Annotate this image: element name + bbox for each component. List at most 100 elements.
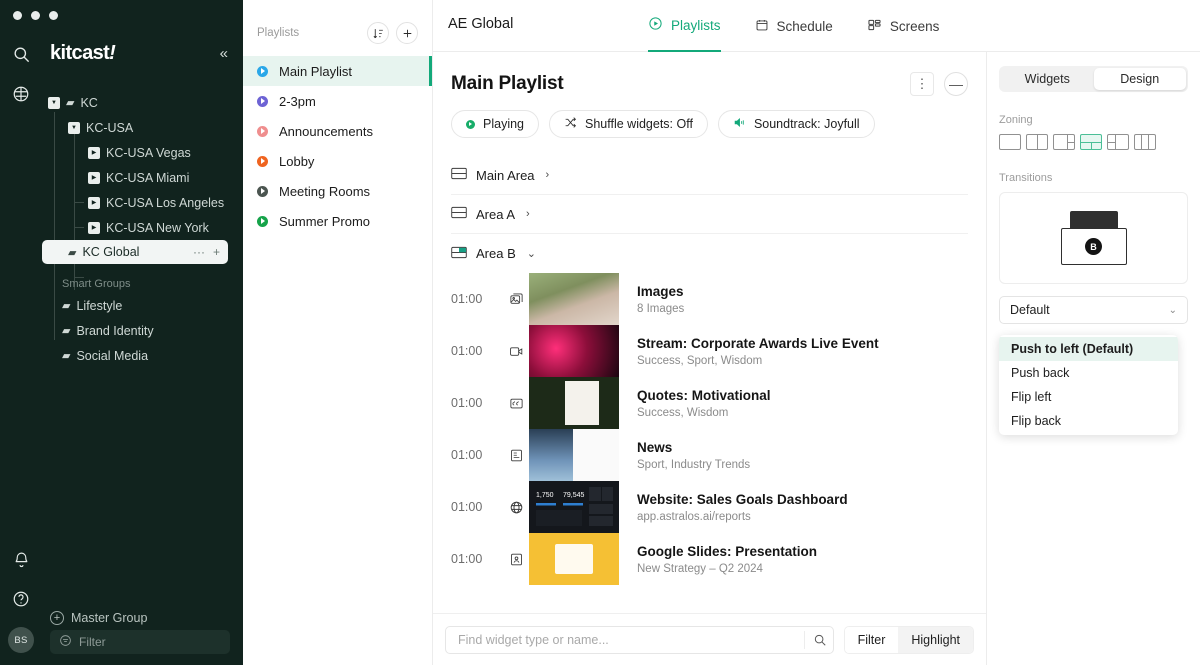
add-playlist-button[interactable]: [396, 22, 418, 44]
search-input[interactable]: Find widget type or name...: [445, 626, 834, 654]
playlist-item-summer-promo[interactable]: Summer Promo: [243, 206, 432, 236]
chip-label: Soundtrack: Joyfull: [754, 117, 860, 131]
master-group-label: Master Group: [71, 611, 147, 625]
chevron-right-icon[interactable]: ▶: [88, 172, 100, 184]
chevron-down-icon[interactable]: ▼: [48, 97, 60, 109]
svg-text:1,750: 1,750: [536, 492, 554, 499]
window-maximize-dot[interactable]: [49, 11, 58, 20]
smart-group-social-media[interactable]: ▰ Social Media: [62, 343, 242, 368]
area-label: Main Area: [476, 168, 535, 183]
dropdown-option-flip-left[interactable]: Flip left: [999, 385, 1178, 409]
chevron-right-icon[interactable]: ▶: [88, 197, 100, 209]
zoning-option-left-split-right-large[interactable]: [1107, 134, 1129, 150]
tree-item-kc-usa-new-york[interactable]: ▶ KC-USA New York: [48, 215, 243, 240]
tree-item-kc[interactable]: ▼ ▰ KC: [48, 90, 243, 115]
window-minimize-dot[interactable]: [31, 11, 40, 20]
zoning-option-single[interactable]: [999, 134, 1021, 150]
playlist-item-announcements[interactable]: Announcements: [243, 116, 432, 146]
plus-circle-icon: +: [50, 611, 64, 625]
widget-row-google-slides[interactable]: 01:00 Google Slides: Presentation New St…: [451, 533, 968, 585]
widget-title: Stream: Corporate Awards Live Event: [637, 336, 879, 351]
tree-item-kc-global[interactable]: ▰ KC Global ··· +: [42, 240, 228, 264]
chevron-down-icon[interactable]: ⌄: [1169, 305, 1177, 316]
area-row-area-b[interactable]: Area B ⌄: [451, 234, 968, 273]
playlist-status-icon: [257, 186, 268, 197]
shuffle-widgets-button[interactable]: Shuffle widgets: Off: [549, 110, 708, 138]
dropdown-option-push-back[interactable]: Push back: [999, 361, 1178, 385]
chip-label: Shuffle widgets: Off: [585, 117, 693, 131]
magnifier-icon[interactable]: [804, 631, 827, 649]
playlist-item-lobby[interactable]: Lobby: [243, 146, 432, 176]
highlight-button[interactable]: Highlight: [898, 627, 973, 653]
chevron-right-icon[interactable]: ›: [546, 169, 550, 181]
dropdown-option-push-to-left[interactable]: Push to left (Default): [999, 337, 1178, 361]
tab-playlists[interactable]: Playlists: [648, 0, 721, 52]
more-options-icon[interactable]: ···: [193, 245, 205, 259]
screens-grid-icon: [867, 18, 882, 35]
speaker-icon: [733, 116, 746, 132]
playlist-item-meeting-rooms[interactable]: Meeting Rooms: [243, 176, 432, 206]
widget-row-news[interactable]: 01:00 News Sport, Industry Trends: [451, 429, 968, 481]
playlist-status-icon: [257, 66, 268, 77]
smart-group-label: Lifestyle: [76, 299, 122, 313]
bell-icon[interactable]: [0, 539, 42, 579]
widget-row-quotes[interactable]: 01:00 Quotes: Motivational Success, Wisd…: [451, 377, 968, 429]
tab-widgets[interactable]: Widgets: [1001, 68, 1094, 90]
zoning-option-three-columns[interactable]: [1134, 134, 1156, 150]
playlist-status-icon: [257, 126, 268, 137]
tab-schedule[interactable]: Schedule: [755, 0, 833, 52]
widget-subtitle: app.astralos.ai/reports: [637, 511, 848, 523]
master-group-button[interactable]: + Master Group: [50, 611, 147, 625]
tree-item-kc-usa-vegas[interactable]: ▶ KC-USA Vegas: [48, 140, 243, 165]
tab-screens[interactable]: Screens: [867, 0, 940, 52]
chevron-down-icon[interactable]: ⌄: [527, 247, 536, 260]
filter-button[interactable]: Filter: [845, 627, 899, 653]
widget-title: News: [637, 440, 750, 455]
window-close-dot[interactable]: [13, 11, 22, 20]
chevron-right-icon[interactable]: ▶: [88, 147, 100, 159]
brand-name: kitcast: [50, 42, 109, 64]
zoning-option-split-vertical[interactable]: [1026, 134, 1048, 150]
tree-item-kc-usa-los-angeles[interactable]: ▶ KC-USA Los Angeles: [48, 190, 243, 215]
playlist-status-icon: [257, 96, 268, 107]
status-badge-playing[interactable]: Playing: [451, 110, 539, 138]
area-row-main-area[interactable]: Main Area ›: [451, 156, 968, 195]
avatar[interactable]: BS: [8, 627, 34, 653]
collapse-sidebar-button[interactable]: «: [220, 45, 228, 62]
zoning-option-left-large-right-split[interactable]: [1053, 134, 1075, 150]
sort-icon[interactable]: [367, 22, 389, 44]
widget-row-images[interactable]: 01:00 Images 8 Images: [451, 273, 968, 325]
more-options-button[interactable]: ⋮: [910, 72, 934, 96]
globe-icon: [503, 500, 529, 515]
smart-group-lifestyle[interactable]: ▰ Lifestyle: [62, 293, 242, 318]
zoning-option-top-wide-bottom-split[interactable]: [1080, 134, 1102, 150]
widget-title: Quotes: Motivational: [637, 388, 771, 403]
area-row-area-a[interactable]: Area A ›: [451, 195, 968, 234]
window-controls[interactable]: [13, 11, 58, 20]
sidebar-filter-input[interactable]: Filter: [50, 630, 230, 654]
folder-icon: ▰: [68, 246, 76, 259]
zoning-label: Zoning: [999, 114, 1188, 126]
dropdown-option-flip-back[interactable]: Flip back: [999, 409, 1178, 433]
playlist-item-2-3pm[interactable]: 2-3pm: [243, 86, 432, 116]
collapse-playlist-button[interactable]: —: [944, 72, 968, 96]
widget-row-stream[interactable]: 01:00 Stream: Corporate Awards Live Even…: [451, 325, 968, 377]
widget-row-website[interactable]: 01:00 1,750 79,545: [451, 481, 968, 533]
smart-group-brand-identity[interactable]: ▰ Brand Identity: [62, 318, 242, 343]
chevron-down-icon[interactable]: ▼: [68, 122, 80, 134]
tree-item-kc-usa-miami[interactable]: ▶ KC-USA Miami: [48, 165, 243, 190]
chevron-right-icon[interactable]: ›: [526, 208, 530, 220]
tab-design[interactable]: Design: [1094, 68, 1187, 90]
group-tree: ▼ ▰ KC ▼ KC-USA ▶ KC-USA Vegas ▶ KC-USA …: [48, 90, 243, 264]
help-icon[interactable]: [0, 579, 42, 619]
brand: kitcast! «: [50, 42, 240, 65]
playlist-item-main-playlist[interactable]: Main Playlist: [243, 56, 432, 86]
add-child-icon[interactable]: +: [213, 245, 220, 259]
search-icon[interactable]: [0, 34, 42, 74]
tree-item-kc-usa[interactable]: ▼ KC-USA: [48, 115, 243, 140]
soundtrack-button[interactable]: Soundtrack: Joyfull: [718, 110, 875, 138]
chevron-right-icon[interactable]: ▶: [88, 222, 100, 234]
transition-select[interactable]: Default ⌄: [999, 296, 1188, 324]
icon-rail: BS: [0, 34, 42, 665]
globe-icon[interactable]: [0, 74, 42, 114]
